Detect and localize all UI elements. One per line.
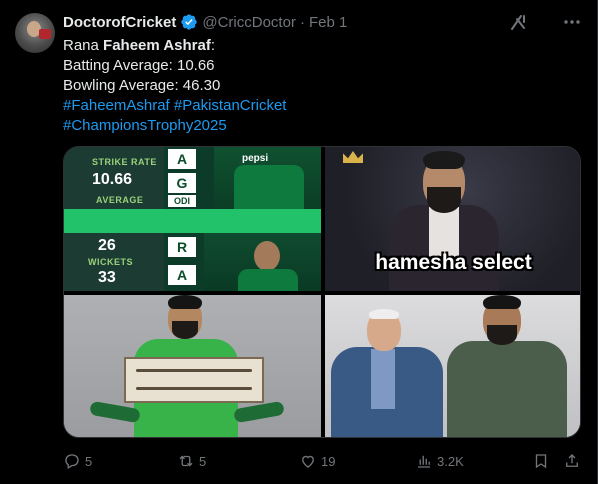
more-icon[interactable] xyxy=(562,12,582,32)
avatar[interactable] xyxy=(15,13,55,53)
media-grid: STRIKE RATE 10.66 AVERAGE A G ODI pepsi … xyxy=(63,146,581,438)
player-face xyxy=(254,241,280,271)
green-band xyxy=(64,209,321,233)
avatar-detail xyxy=(39,29,51,39)
sign-text-line xyxy=(136,369,252,372)
batting-average: Batting Average: 10.66 xyxy=(63,57,215,74)
player-photo-bottom xyxy=(204,233,321,291)
media-image-sign[interactable] xyxy=(64,295,321,437)
media-image-handshake[interactable] xyxy=(325,295,580,437)
hashtag-pakistancricket[interactable]: #PakistanCricket xyxy=(174,97,287,114)
action-bar: 5 5 19 3.2K xyxy=(63,450,583,472)
letter-a2: A xyxy=(168,265,196,285)
letter-a: A xyxy=(168,149,196,169)
verified-icon xyxy=(181,14,198,30)
sign-text-line xyxy=(136,387,252,390)
person-right-beard xyxy=(487,325,517,345)
tweet-line-name: Rana Faheem Ashraf: xyxy=(63,36,583,56)
reply-icon xyxy=(65,454,79,469)
repost-count: 5 xyxy=(199,453,207,469)
stat-label-strike-rate: STRIKE RATE xyxy=(92,157,157,167)
person-right-hair xyxy=(483,295,521,309)
urdu-sign xyxy=(124,357,264,403)
stat-label-average: AVERAGE xyxy=(96,195,144,205)
display-name[interactable]: DoctorofCricket xyxy=(63,14,176,31)
person-left-hair xyxy=(369,309,399,319)
meme-caption: hamesha select xyxy=(375,251,532,274)
repost-button[interactable]: 5 xyxy=(177,450,206,472)
stat-value-wickets: 26 xyxy=(98,237,116,254)
odi-label: ODI xyxy=(168,195,196,207)
letter-g: G xyxy=(168,173,196,193)
reply-count: 5 xyxy=(85,453,93,469)
separator-dot: · xyxy=(299,13,305,31)
tweet[interactable]: DoctorofCricket @CriccDoctor · Feb 1 Ran… xyxy=(0,0,598,484)
pepsi-logo: pepsi xyxy=(242,153,269,164)
like-count: 19 xyxy=(321,453,336,469)
handle[interactable]: @CriccDoctor xyxy=(202,14,296,31)
name-suffix: : xyxy=(210,37,216,54)
share-icon xyxy=(566,454,578,467)
like-button[interactable]: 19 xyxy=(299,450,335,472)
media-image-meme[interactable]: hamesha select xyxy=(325,147,580,291)
stat-value-average: 10.66 xyxy=(92,171,133,188)
person-hair xyxy=(168,295,202,309)
tweet-date[interactable]: Feb 1 xyxy=(309,14,347,31)
hashtag-faheemashraf[interactable]: #FaheemAshraf xyxy=(63,97,170,114)
views-icon xyxy=(418,455,430,468)
tweet-line-hashtag3: #ChampionsTrophy2025 xyxy=(63,116,583,136)
person-beard xyxy=(172,321,198,339)
repost-icon xyxy=(179,455,193,467)
stat-value-innings: 33 xyxy=(98,269,116,286)
bookmark-icon xyxy=(535,454,547,469)
views-button[interactable]: 3.2K xyxy=(415,450,464,472)
share-button[interactable] xyxy=(563,450,581,472)
name-prefix: Rana xyxy=(63,37,104,54)
media-image-stats[interactable]: STRIKE RATE 10.66 AVERAGE A G ODI pepsi … xyxy=(64,147,321,291)
like-icon xyxy=(302,455,314,468)
bowling-average: Bowling Average: 46.30 xyxy=(63,77,221,94)
views-count: 3.2K xyxy=(437,453,464,469)
stat-label-wickets: WICKETS xyxy=(88,257,133,267)
letter-r: R xyxy=(168,237,196,257)
player-body xyxy=(238,269,298,291)
hashtag-championstrophy2025[interactable]: #ChampionsTrophy2025 xyxy=(63,117,227,134)
reply-button[interactable]: 5 xyxy=(63,450,92,472)
person-shirt xyxy=(429,207,459,257)
bookmark-button[interactable] xyxy=(532,450,550,472)
grok-icon[interactable] xyxy=(509,12,529,32)
tweet-line-hashtags: #FaheemAshraf #PakistanCricket xyxy=(63,96,583,116)
tweet-header: DoctorofCricket @CriccDoctor · Feb 1 xyxy=(63,12,347,32)
person-beard xyxy=(427,187,461,213)
name-bold: Faheem Ashraf xyxy=(103,37,211,54)
person-left-shirt xyxy=(371,349,395,409)
person-hair xyxy=(423,151,465,169)
person-right-coat xyxy=(447,341,567,437)
player-jersey xyxy=(234,165,304,209)
tweet-text: Rana Faheem Ashraf: Batting Average: 10.… xyxy=(63,36,583,136)
